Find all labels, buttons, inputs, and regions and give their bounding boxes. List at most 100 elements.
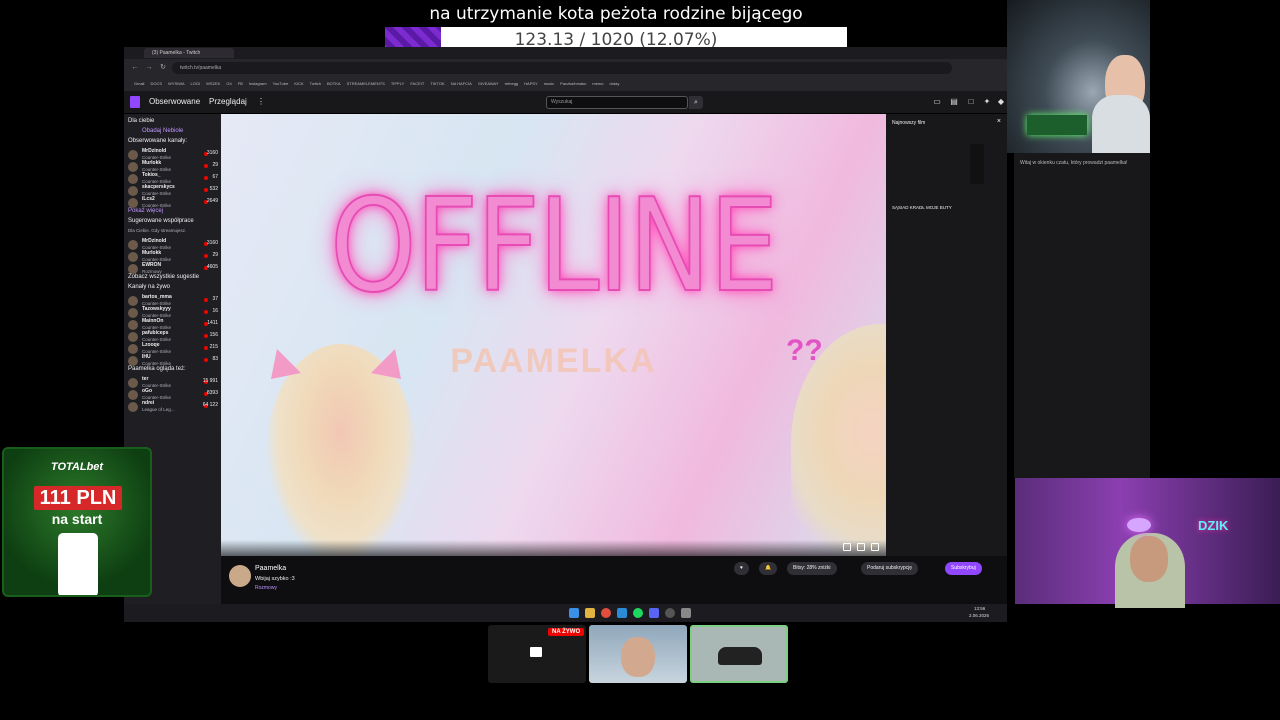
bookmarks-bar: Gmail DOCS WYSIWA LOGI WSZEK G4 FB Instagram You… [124,77,1007,91]
more-icon[interactable]: ⋮ [257,97,265,106]
prime-icon[interactable]: ✦ [982,97,992,107]
bookmark-item[interactable]: refnegg [505,80,519,88]
channel-avatar [128,296,138,306]
search-input[interactable]: Wyszukaj [546,96,688,109]
nav-following[interactable]: Obserwowane [149,97,200,106]
bookmark-item[interactable]: STREAMELEMENTS [347,80,385,88]
viewer-count: 64 122 [202,402,218,408]
live-dot-icon [204,254,208,258]
reload-icon[interactable]: ↻ [158,63,168,73]
subscribe-button[interactable]: Subskrybuj [945,562,982,575]
bookmark-item[interactable]: BOTKA [327,80,341,88]
bookmark-item[interactable]: HAPSY [524,80,538,88]
start-icon[interactable] [569,608,579,618]
spotify-icon[interactable] [633,608,643,618]
bookmark-item[interactable]: FB [238,80,243,88]
channel-avatar [128,390,138,400]
back-icon[interactable]: ← [130,63,140,73]
bits-discount-button[interactable]: Bitsy: 28% zniżki [787,562,837,575]
bookmark-item[interactable]: music [544,80,554,88]
settings-icon[interactable] [843,543,851,551]
channel-avatar [128,186,138,196]
browser-tab[interactable]: (3) Paamelka - Twitch [144,48,234,58]
preview-desktop[interactable]: NA ŻYWO [488,625,586,683]
latest-video-title[interactable]: SĄSIAD KRADŁ MOJE BUTY [892,205,952,210]
channel-avatar [128,264,138,274]
discord-icon[interactable] [649,608,659,618]
player-controls [221,540,886,556]
bookmark-item[interactable]: TIKTOK [430,80,444,88]
inbox-icon[interactable]: ▭ [932,97,942,107]
sidebar-channel[interactable]: ndrei League of Leg... 64 122 [128,400,218,416]
nav-browse[interactable]: Przeglądaj [209,97,247,106]
bookmark-item[interactable]: NA HAFCIA [451,80,472,88]
viewer-count: 8393 [206,390,218,396]
channel-name: Murlokk [142,160,162,166]
channel-avatar[interactable] [229,565,251,587]
live-dot-icon [204,346,208,350]
theatre-icon[interactable] [857,543,865,551]
bookmark-item[interactable]: DOCS [150,80,162,88]
bookmark-item[interactable]: TIPPLY [391,80,405,88]
suggested-header: Sugerowane współprace [128,218,194,224]
latest-video-thumbnail[interactable] [892,134,1002,198]
app-icon-1[interactable] [617,608,627,618]
channel-art-name: PAAMELKA [450,342,657,380]
channel-avatar [128,162,138,172]
bookmark-item[interactable]: FACEIT [410,80,424,88]
close-icon[interactable]: × [997,118,1001,125]
channel-name: Tokios_ [142,172,161,178]
bookmark-item[interactable]: memo [592,80,603,88]
bookmark-item[interactable]: Gmail [134,80,144,88]
bookmark-item[interactable]: KICK [294,80,303,88]
dzik-neon-sign: DZIK [1198,518,1229,533]
bookmark-item[interactable]: GIVEAWAY [478,80,499,88]
obs-icon[interactable] [665,608,675,618]
channel-name[interactable]: Paamelka [255,565,286,572]
channel-avatar [128,308,138,318]
url-field[interactable]: twitch.tv/paamelka [172,62,952,74]
preview-car[interactable] [690,625,788,683]
keyboard-rgb [1027,115,1087,135]
whispers-icon[interactable]: □ [966,97,976,107]
bookmark-item[interactable]: Paczka/bmaku [560,80,586,88]
video-player[interactable]: ?? OFFLINE PAAMELKA [221,114,886,556]
twitch-logo-icon[interactable] [130,96,140,108]
clock-time: 13:56 [974,606,986,611]
twitch-topnav: Obserwowane Przeglądaj ⋮ Wyszukaj ⌕ ▭ ▤ … [124,91,1007,114]
ad-subtitle: na start [51,511,103,527]
fullscreen-icon[interactable] [871,543,879,551]
stream-category[interactable]: Rozmowy [255,585,277,591]
explorer-icon[interactable] [585,608,595,618]
forward-icon[interactable]: → [144,63,154,73]
viewer-count: 67 [212,174,218,180]
bookmark-item[interactable]: dotay [610,80,620,88]
stream-title: Wbijaj szybko :3 [255,576,295,582]
bookmark-item[interactable]: LOGI [191,80,201,88]
chrome-icon[interactable] [601,608,611,618]
bookmark-item[interactable]: WYSIWA [168,80,185,88]
notifications-icon[interactable]: ▤ [949,97,959,107]
follow-heart-button[interactable]: ♥ [734,562,749,575]
live-dot-icon [204,358,208,362]
latest-video-header: Najnowszy film [892,120,926,126]
streamer-hoodie [1092,95,1150,153]
offline-title: OFFLINE [329,171,779,322]
gift-sub-button[interactable]: Podaruj subskrypcję [861,562,919,575]
viewer-count: 1411 [207,320,218,326]
chat-panel: Witaj w okienku czatu, który prowadzi pa… [1014,153,1150,478]
car-shape [718,647,762,665]
window-previews: NA ŻYWO [488,625,788,683]
bookmark-item[interactable]: YouTube [273,80,289,88]
bookmark-item[interactable]: Instagram [249,80,267,88]
search-icon[interactable]: ⌕ [689,96,703,109]
preview-webcam[interactable] [589,625,687,683]
viewer-count: 215 [209,344,218,350]
bookmark-item[interactable]: Twitch [310,80,321,88]
notify-bell-button[interactable]: 🔔 [759,562,778,575]
app-icon-2[interactable] [681,608,691,618]
bookmark-item[interactable]: WSZEK [206,80,220,88]
bits-icon[interactable]: ◆ [996,97,1006,107]
bookmark-item[interactable]: G4 [226,80,231,88]
channel-name: MrDzinold [142,238,167,244]
